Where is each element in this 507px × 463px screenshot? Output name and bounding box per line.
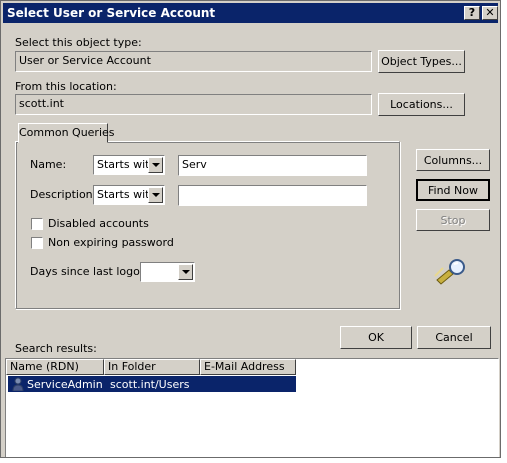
disabled-accounts-checkbox[interactable]	[31, 218, 43, 230]
row-name: ServiceAdmin	[27, 378, 103, 391]
object-types-button[interactable]: Object Types...	[378, 50, 465, 73]
column-header-name[interactable]: Name (RDN)	[6, 359, 104, 375]
chevron-down-icon[interactable]	[148, 187, 163, 203]
find-now-button[interactable]: Find Now	[416, 179, 490, 201]
locations-button[interactable]: Locations...	[378, 93, 465, 116]
chevron-down-icon[interactable]	[178, 264, 193, 280]
window-title: Select User or Service Account	[7, 6, 216, 20]
search-results-list[interactable]: Name (RDN) In Folder E-Mail Address Serv…	[5, 358, 499, 457]
table-row[interactable]: ServiceAdmin scott.int/Users	[8, 376, 296, 392]
row-folder: scott.int/Users	[110, 378, 190, 391]
user-icon	[12, 377, 24, 391]
ok-button[interactable]: OK	[340, 326, 412, 349]
title-bar[interactable]: Select User or Service Account ? ✕	[3, 3, 498, 23]
days-since-logon-label: Days since last logon:	[30, 265, 151, 278]
stop-button[interactable]: Stop	[416, 209, 490, 231]
non-expiring-password-label: Non expiring password	[48, 236, 174, 249]
tab-common-queries[interactable]: Common Queries	[18, 123, 115, 143]
description-input[interactable]	[178, 185, 367, 206]
column-header-email[interactable]: E-Mail Address	[200, 359, 296, 375]
name-input[interactable]: Serv	[178, 155, 367, 176]
object-type-field: User or Service Account	[15, 51, 372, 72]
select-user-dialog: Select User or Service Account ? ✕ Selec…	[0, 0, 501, 458]
close-button[interactable]: ✕	[482, 6, 498, 20]
column-header-folder[interactable]: In Folder	[104, 359, 200, 375]
search-results-label: Search results:	[15, 342, 97, 355]
disabled-accounts-label: Disabled accounts	[48, 217, 149, 230]
cancel-button[interactable]: Cancel	[417, 326, 491, 349]
description-label: Description:	[30, 188, 97, 201]
location-field: scott.int	[15, 94, 372, 115]
non-expiring-password-checkbox[interactable]	[31, 237, 43, 249]
name-operator-select[interactable]: Starts with	[93, 155, 165, 175]
days-since-logon-select[interactable]	[140, 262, 195, 282]
location-label: From this location:	[15, 80, 117, 93]
columns-button[interactable]: Columns...	[416, 149, 490, 171]
object-type-label: Select this object type:	[15, 36, 142, 49]
help-button[interactable]: ?	[464, 6, 480, 20]
search-animation-icon	[434, 259, 465, 285]
description-operator-select[interactable]: Starts with	[93, 185, 165, 205]
name-label: Name:	[30, 158, 67, 171]
chevron-down-icon[interactable]	[148, 157, 163, 173]
